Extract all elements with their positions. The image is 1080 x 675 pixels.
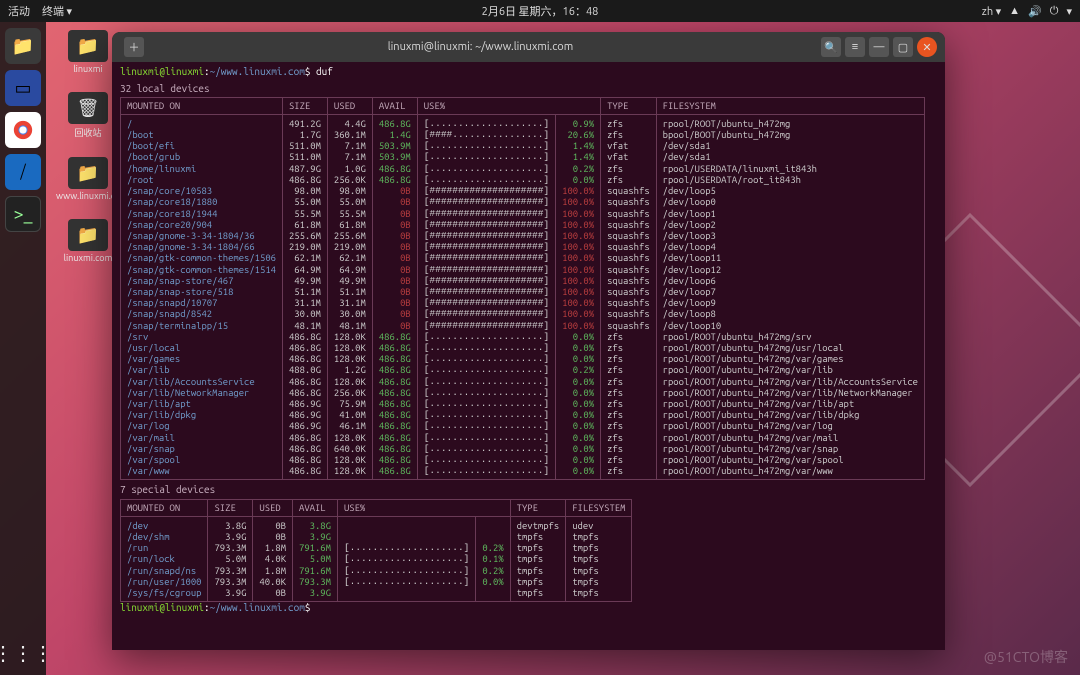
desktop-folder-linuxmi[interactable]: 📁linuxmi <box>56 30 120 74</box>
table-row: /boot/grub 511.0M 7.1M 503.9M [.........… <box>121 151 925 162</box>
table-row: /root 486.8G 256.0K 486.8G [............… <box>121 174 925 185</box>
titlebar[interactable]: ＋ linuxmi@linuxmi: ~/www.linuxmi.com 🔍 ≡… <box>112 32 945 62</box>
dock-files-icon[interactable]: 📁 <box>5 28 41 64</box>
desktop-folder-www[interactable]: 📁www.linuxmi.com <box>56 157 120 201</box>
table-row: /snap/snapd/10707 31.1M 31.1M 0B [######… <box>121 297 925 308</box>
terminal-body[interactable]: linuxmi@linuxmi:~/www.linuxmi.com$ duf 3… <box>112 62 945 650</box>
table-row: /sys/fs/cgroup 3.9G 0B 3.9G tmpfs tmpfs <box>121 587 632 602</box>
table-row: /var/log 486.9G 46.1M 486.8G [..........… <box>121 420 925 431</box>
table-row: /snap/snapd/8542 30.0M 30.0M 0B [#######… <box>121 308 925 319</box>
table-row: /dev/shm 3.9G 0B 3.9G tmpfs tmpfs <box>121 531 632 542</box>
table-row: /snap/gnome-3-34-1804/66 219.0M 219.0M 0… <box>121 241 925 252</box>
table-row: /home/linuxmi 487.9G 1.0G 486.8G [......… <box>121 163 925 174</box>
close-button[interactable]: ✕ <box>917 37 937 57</box>
table-row: /snap/core18/1880 55.0M 55.0M 0B [######… <box>121 196 925 207</box>
activities-button[interactable]: 活动 <box>8 3 30 19</box>
table-row: /snap/snap-store/518 51.1M 51.1M 0B [###… <box>121 286 925 297</box>
special-devices-title: 7 special devices <box>120 484 937 497</box>
watermark: @51CTO博客 <box>984 647 1068 667</box>
table-row: /var/lib/AccountsService 486.8G 128.0K 4… <box>121 376 925 387</box>
dock-screenshot-icon[interactable]: ▭ <box>5 70 41 106</box>
table-row: /snap/snap-store/467 49.9M 49.9M 0B [###… <box>121 275 925 286</box>
special-devices-table: MOUNTED ONSIZEUSEDAVAILUSE%TYPEFILESYSTE… <box>120 499 632 602</box>
table-row: /srv 486.8G 128.0K 486.8G [.............… <box>121 331 925 342</box>
table-row: /snap/gtk-common-themes/1514 64.9M 64.9M… <box>121 264 925 275</box>
table-row: /var/mail 486.8G 128.0K 486.8G [........… <box>121 432 925 443</box>
table-row: /var/lib 488.0G 1.2G 486.8G [...........… <box>121 364 925 375</box>
table-row: /var/spool 486.8G 128.0K 486.8G [.......… <box>121 454 925 465</box>
desktop-folder-site[interactable]: 📁linuxmi.com <box>56 219 120 263</box>
table-row: /snap/gtk-common-themes/1506 62.1M 62.1M… <box>121 252 925 263</box>
table-row: /snap/core/10583 98.0M 98.0M 0B [#######… <box>121 185 925 196</box>
table-row: / 491.2G 4.4G 486.8G [..................… <box>121 114 925 129</box>
minimize-button[interactable]: ― <box>869 37 889 57</box>
dock-terminal-icon[interactable]: >_ <box>5 196 41 232</box>
network-icon[interactable]: ▲ <box>1009 5 1020 17</box>
table-row: /snap/gnome-3-34-1804/36 255.6M 255.6M 0… <box>121 230 925 241</box>
table-row: /var/games 486.8G 128.0K 486.8G [.......… <box>121 353 925 364</box>
table-row: /var/lib/NetworkManager 486.8G 256.0K 48… <box>121 387 925 398</box>
show-applications-icon[interactable]: ⋮⋮⋮ <box>0 641 53 665</box>
table-row: /usr/local 486.8G 128.0K 486.8G [.......… <box>121 342 925 353</box>
table-row: /run/lock 5.0M 4.0K 5.0M [..............… <box>121 553 632 564</box>
volume-icon[interactable]: 🔊 <box>1028 5 1042 18</box>
table-row: /boot 1.7G 360.1M 1.4G [####............… <box>121 129 925 140</box>
caret-down-icon[interactable]: ▾ <box>1066 5 1072 18</box>
table-row: /snap/core18/1944 55.5M 55.5M 0B [######… <box>121 208 925 219</box>
table-row: /snap/terminalpp/15 48.1M 48.1M 0B [####… <box>121 320 925 331</box>
dock: 📁 ▭ ⧸ >_ ⋮⋮⋮ <box>0 22 46 675</box>
table-row: /snap/core20/904 61.8M 61.8M 0B [#######… <box>121 219 925 230</box>
prompt-line-2: linuxmi@linuxmi:~/www.linuxmi.com$ <box>120 602 937 615</box>
table-row: /boot/efi 511.0M 7.1M 503.9M [..........… <box>121 140 925 151</box>
table-row: /var/lib/dpkg 486.9G 41.0M 486.8G [.....… <box>121 409 925 420</box>
dock-vscode-icon[interactable]: ⧸ <box>5 154 41 190</box>
table-row: /var/snap 486.8G 640.0K 486.8G [........… <box>121 443 925 454</box>
gnome-topbar: 活动 终端 ▾ 2月6日 星期六，16：48 zh ▾ ▲ 🔊 ⏻ ▾ <box>0 0 1080 22</box>
clock[interactable]: 2月6日 星期六，16：48 <box>482 3 599 19</box>
search-button[interactable]: 🔍 <box>821 37 841 57</box>
table-row: /var/www 486.8G 128.0K 486.8G [.........… <box>121 465 925 480</box>
app-menu[interactable]: 终端 ▾ <box>42 3 72 19</box>
desktop-trash[interactable]: 🗑回收站 <box>56 92 120 139</box>
table-row: /run/user/1000 793.3M 40.0K 793.3M [....… <box>121 576 632 587</box>
power-icon[interactable]: ⏻ <box>1050 5 1059 18</box>
desktop-icons: 📁linuxmi 🗑回收站 📁www.linuxmi.com 📁linuxmi.… <box>56 30 120 263</box>
table-row: /dev 3.8G 0B 3.8G devtmpfs udev <box>121 516 632 531</box>
table-row: /run/snapd/ns 793.3M 1.8M 791.6M [......… <box>121 565 632 576</box>
maximize-button[interactable]: ▢ <box>893 37 913 57</box>
local-devices-table: MOUNTED ONSIZEUSEDAVAILUSE%TYPEFILESYSTE… <box>120 97 925 480</box>
local-devices-title: 32 local devices <box>120 83 937 96</box>
window-title: linuxmi@linuxmi: ~/www.linuxmi.com <box>144 41 817 53</box>
prompt-line: linuxmi@linuxmi:~/www.linuxmi.com$ duf <box>120 66 937 79</box>
table-row: /run 793.3M 1.8M 791.6M [...............… <box>121 542 632 553</box>
input-source[interactable]: zh ▾ <box>982 5 1001 18</box>
dock-chrome-icon[interactable] <box>5 112 41 148</box>
new-tab-button[interactable]: ＋ <box>124 37 144 57</box>
menu-button[interactable]: ≡ <box>845 37 865 57</box>
terminal-window: ＋ linuxmi@linuxmi: ~/www.linuxmi.com 🔍 ≡… <box>112 32 945 650</box>
table-row: /var/lib/apt 486.9G 75.9M 486.8G [......… <box>121 398 925 409</box>
